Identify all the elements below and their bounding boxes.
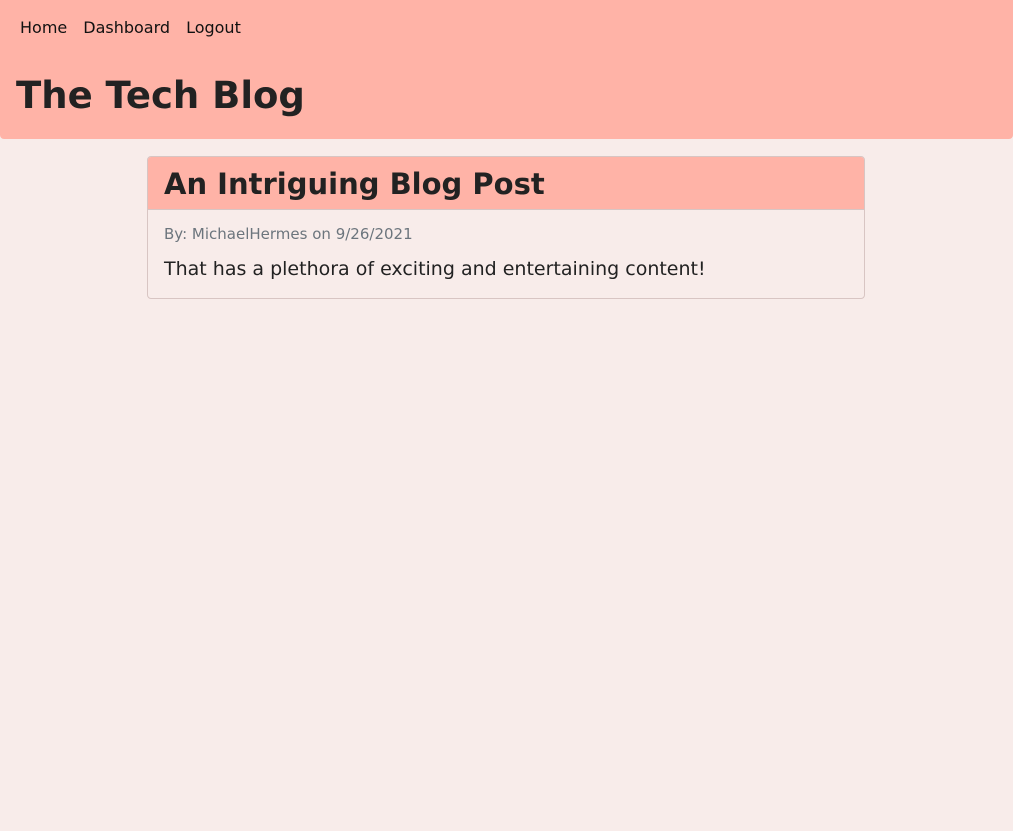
site-title: The Tech Blog bbox=[16, 74, 305, 117]
post-content: That has a plethora of exciting and ente… bbox=[164, 258, 706, 280]
blog-post-header: An Intriguing Blog Post bbox=[148, 157, 864, 210]
nav-dashboard-link[interactable]: Dashboard bbox=[83, 18, 170, 38]
top-navigation: Home Dashboard Logout bbox=[20, 18, 241, 38]
site-header: Home Dashboard Logout The Tech Blog bbox=[0, 0, 1013, 139]
blog-post-card[interactable]: An Intriguing Blog Post By: MichaelHerme… bbox=[147, 156, 865, 299]
post-meta: By: MichaelHermes on 9/26/2021 bbox=[164, 224, 848, 244]
author-prefix: By: bbox=[164, 225, 188, 243]
post-author: MichaelHermes bbox=[191, 225, 308, 243]
blog-post-title[interactable]: An Intriguing Blog Post bbox=[164, 167, 848, 201]
post-date: 9/26/2021 bbox=[335, 225, 413, 243]
blog-post-body: By: MichaelHermes on 9/26/2021 That has … bbox=[148, 210, 864, 281]
nav-home-link[interactable]: Home bbox=[20, 18, 67, 38]
date-prefix: on bbox=[312, 225, 331, 243]
nav-logout-link[interactable]: Logout bbox=[186, 18, 241, 38]
